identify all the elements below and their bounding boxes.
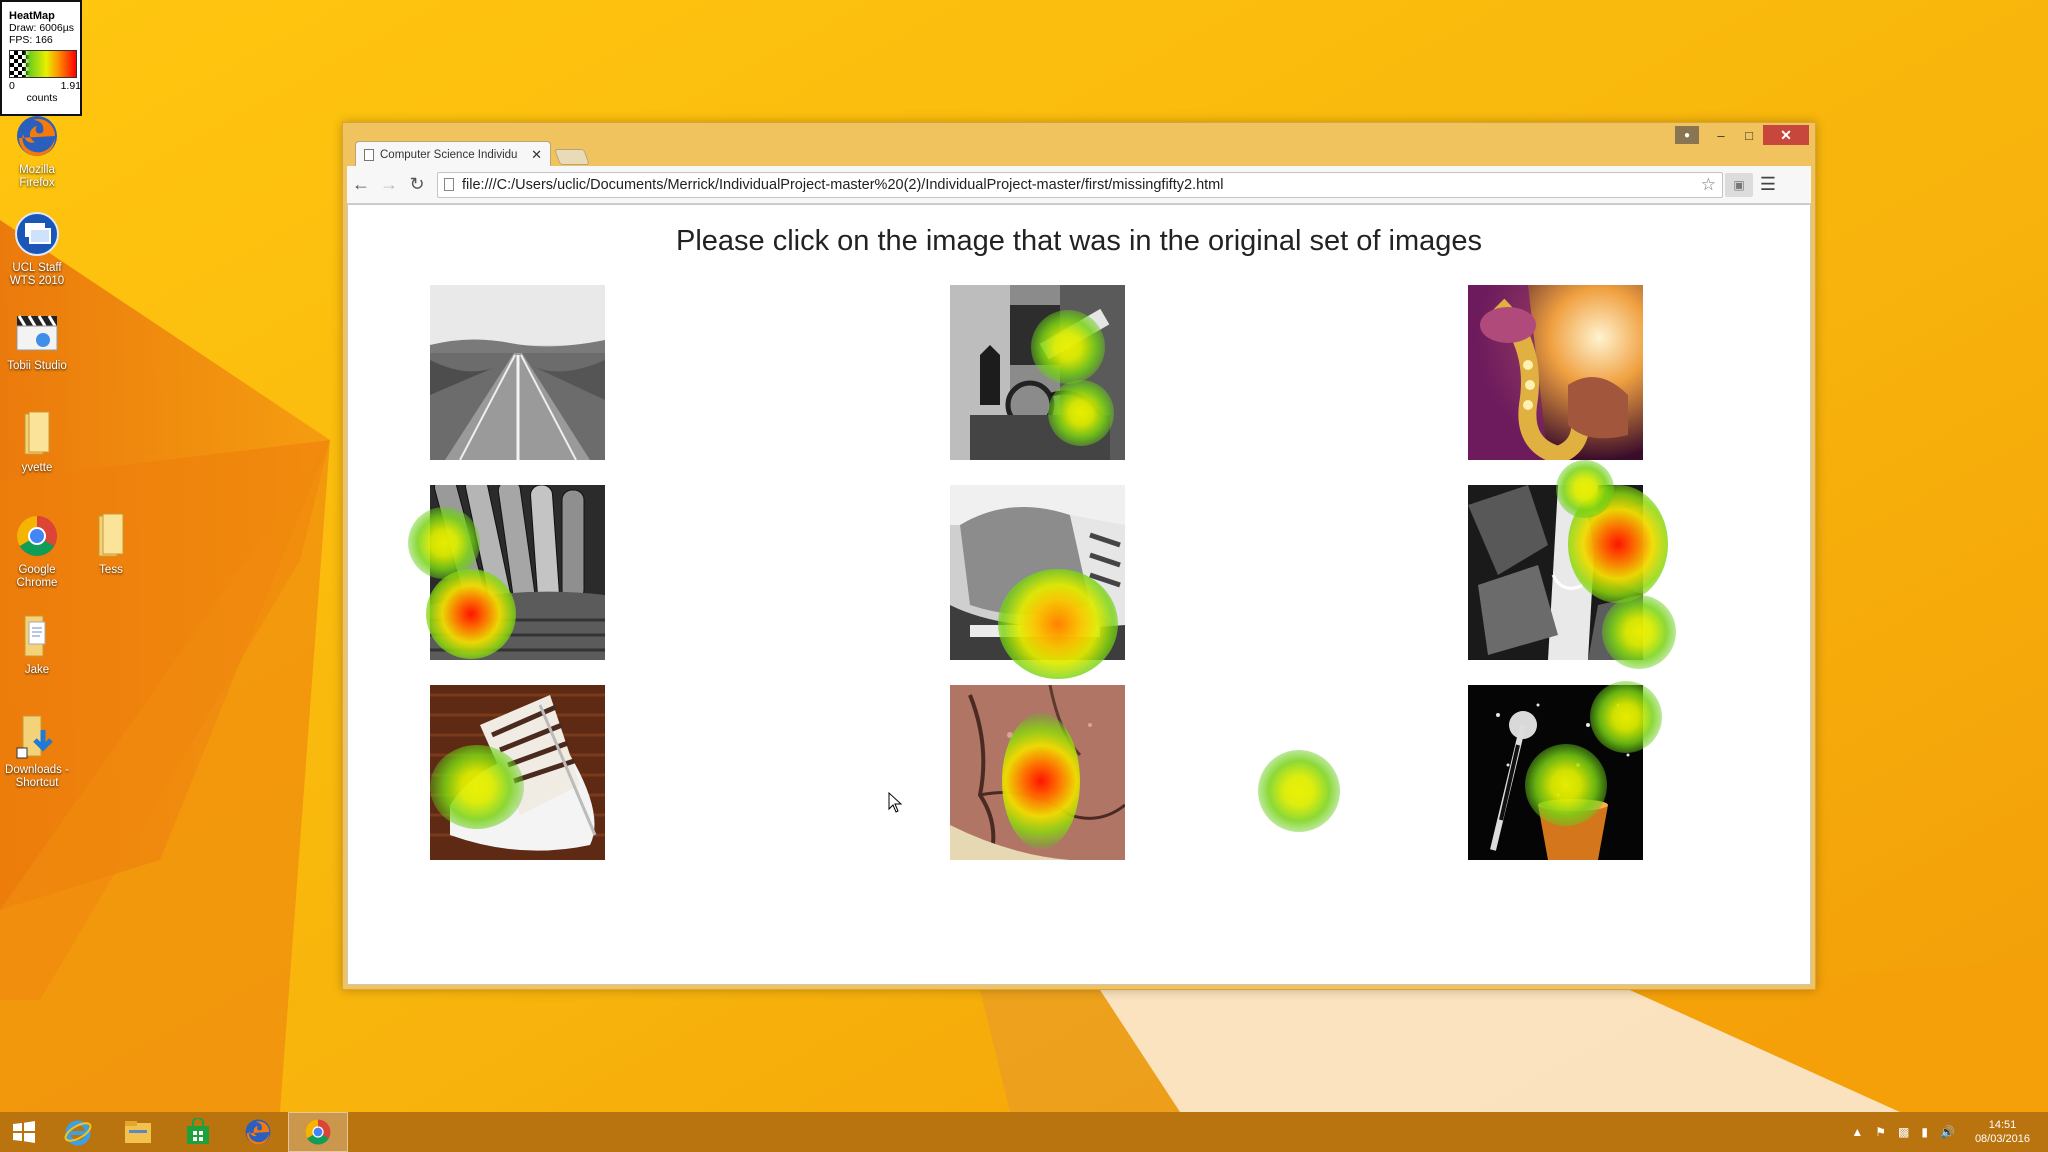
- action-center-flag-icon[interactable]: ⚑: [1875, 1125, 1886, 1139]
- image-magic-wand[interactable]: [1468, 685, 1643, 860]
- volume-icon[interactable]: 🔊: [1940, 1125, 1955, 1139]
- desktop-icon-firefox[interactable]: Mozilla Firefox: [0, 112, 74, 190]
- internet-explorer-icon[interactable]: [48, 1112, 108, 1152]
- menu-icon[interactable]: ☰: [1753, 174, 1783, 195]
- browser-window: ● – □ ✕ Computer Science Individu ✕ ← → …: [342, 122, 1816, 990]
- chrome-icon: [13, 512, 61, 560]
- browser-tab[interactable]: Computer Science Individu ✕: [355, 141, 551, 167]
- desktop-icon-tess[interactable]: Tess: [74, 512, 148, 577]
- desktop-icon-tobii[interactable]: Tobii Studio: [0, 308, 74, 373]
- desktop-icon-ucl-staff[interactable]: UCL Staff WTS 2010: [0, 210, 74, 288]
- browser-toolbar: ← → ↻ file:///C:/Users/uclic/Documents/M…: [347, 166, 1811, 204]
- windows-logo-icon: [13, 1121, 35, 1143]
- desktop-icon-label: Tess: [99, 564, 123, 576]
- heatmap-min: 0: [9, 80, 15, 92]
- show-hidden-icons-icon[interactable]: ▲: [1851, 1125, 1863, 1139]
- image-cake[interactable]: [430, 685, 605, 860]
- document-icon: [13, 612, 61, 660]
- store-icon[interactable]: [168, 1112, 228, 1152]
- start-button[interactable]: [0, 1112, 48, 1152]
- clock[interactable]: 14:51 08/03/2016: [1975, 1118, 2030, 1146]
- image-road[interactable]: [430, 285, 605, 460]
- page-heading: Please click on the image that was in th…: [676, 225, 1482, 257]
- user-profile-icon[interactable]: ●: [1675, 126, 1699, 144]
- tobii-studio-icon: [13, 308, 61, 356]
- desktop-icon-label: Mozilla Firefox: [19, 164, 55, 189]
- close-tab-icon[interactable]: ✕: [531, 147, 542, 163]
- tab-bar: Computer Science Individu ✕: [355, 139, 590, 167]
- new-tab-button[interactable]: [554, 149, 590, 165]
- page-viewport: Please click on the image that was in th…: [347, 204, 1811, 985]
- sync-icon[interactable]: ▩: [1898, 1125, 1909, 1139]
- desktop-icon-label: yvette: [21, 462, 53, 474]
- heatmap-legend-title: HeatMap: [9, 10, 55, 22]
- page-icon: [444, 178, 454, 191]
- maximize-button[interactable]: □: [1735, 125, 1763, 145]
- image-waterfall-rocks[interactable]: [1468, 485, 1643, 660]
- heatmap-max: 1.91: [60, 80, 81, 92]
- taskbar: ▲ ⚑ ▩ ▮ 🔊 14:51 08/03/2016: [0, 1112, 2048, 1152]
- desktop-icon-chrome[interactable]: Google Chrome: [0, 512, 74, 590]
- folder-icon: [13, 410, 61, 458]
- desktop-icon-label: Downloads - Shortcut: [5, 764, 69, 789]
- clock-date: 08/03/2016: [1974, 1133, 2030, 1145]
- desktop-icon-label: Tobii Studio: [7, 360, 67, 372]
- desktop-icon-downloads[interactable]: Downloads - Shortcut: [0, 712, 74, 790]
- mouse-cursor-icon: [888, 792, 903, 813]
- system-tray: ▲ ⚑ ▩ ▮ 🔊 14:51 08/03/2016: [1845, 1112, 2048, 1152]
- desktop-icon-jake[interactable]: Jake: [0, 612, 74, 677]
- forward-button[interactable]: →: [375, 174, 403, 195]
- bookmark-star-icon[interactable]: ☆: [1701, 175, 1716, 195]
- window-controls: ● – □ ✕: [1675, 125, 1809, 145]
- extension-icon[interactable]: ▣: [1725, 172, 1753, 197]
- image-carrots[interactable]: [430, 485, 605, 660]
- network-icon[interactable]: ▮: [1921, 1125, 1928, 1139]
- image-stone-wall[interactable]: [950, 685, 1125, 860]
- heatmap-blob: [1258, 750, 1340, 832]
- folder-icon: [87, 512, 135, 560]
- tab-title: Computer Science Individu: [380, 148, 518, 161]
- heatmap-fps: FPS: 166: [9, 34, 53, 46]
- page-icon: [364, 148, 374, 161]
- desktop-icon-yvette[interactable]: yvette: [0, 410, 74, 475]
- firefox-icon: [13, 112, 61, 160]
- close-window-button[interactable]: ✕: [1763, 125, 1809, 145]
- desktop-icon-label: UCL Staff WTS 2010: [9, 262, 65, 287]
- downloads-shortcut-icon: [13, 712, 61, 760]
- image-street-lamp[interactable]: [950, 285, 1125, 460]
- remote-desktop-icon: [13, 210, 61, 258]
- desktop-icon-label: Google Chrome: [16, 564, 58, 589]
- address-bar[interactable]: file:///C:/Users/uclic/Documents/Merrick…: [437, 171, 1723, 198]
- heatmap-color-scale: [9, 50, 77, 78]
- heatmap-unit: counts: [26, 92, 58, 104]
- desktop-icon-label: Jake: [24, 664, 50, 676]
- clock-time: 14:51: [1988, 1119, 2017, 1131]
- chrome-icon[interactable]: [288, 1112, 348, 1152]
- minimize-button[interactable]: –: [1707, 125, 1735, 145]
- reload-button[interactable]: ↻: [403, 174, 431, 195]
- back-button[interactable]: ←: [347, 174, 375, 195]
- image-bread[interactable]: [950, 485, 1125, 660]
- heatmap-legend: HeatMap Draw: 6006µs FPS: 166 0 1.91 cou…: [0, 0, 82, 116]
- heatmap-draw-time: Draw: 6006µs: [9, 22, 74, 34]
- url-text: file:///C:/Users/uclic/Documents/Merrick…: [462, 176, 1224, 193]
- firefox-icon[interactable]: [228, 1112, 288, 1152]
- file-explorer-icon[interactable]: [108, 1112, 168, 1152]
- image-saxophone[interactable]: [1468, 285, 1643, 460]
